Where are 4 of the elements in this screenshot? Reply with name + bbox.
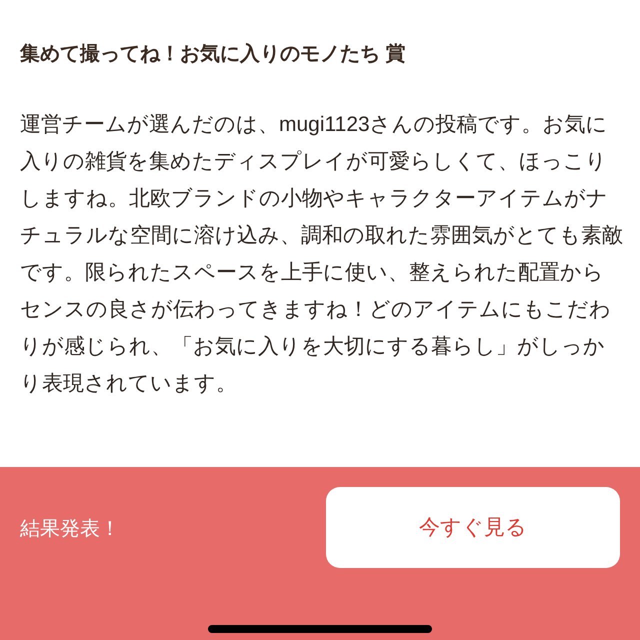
award-description: 運営チームが選んだのは、mugi1123さんの投稿です。お気に入りの雑貨を集めたディスプレイが可愛らしくて、ほっこりしますね。北欧ブランドの小物やキャラクターアイテムがナチュラルな空間に溶け込み、調和の取れた雰囲気がとても素敵です。限られたスペースを上手に使い、整えられた配置からセンスの良さが伝わってきますね！どのアイテムにもこだわりが感じられ、「お気に入りを大切にする暮らし」がしっかり表現されています。 [20, 112, 624, 397]
view-now-button[interactable]: 今すぐ見る [326, 487, 620, 568]
award-title: 集めて撮ってね！お気に入りのモノたち 賞 [20, 42, 407, 67]
result-label: 結果発表！ [20, 517, 120, 542]
